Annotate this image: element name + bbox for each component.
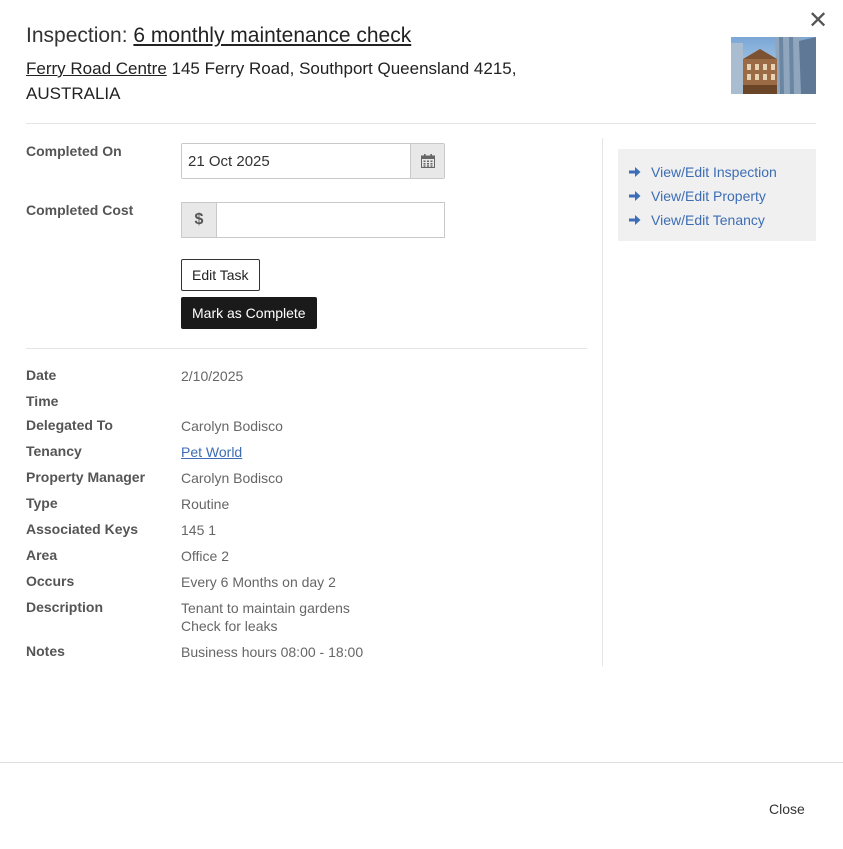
column-divider	[602, 138, 603, 666]
completed-on-label: Completed On	[26, 143, 122, 159]
completed-cost-field: $	[181, 202, 445, 238]
modal-header: Inspection: 6 monthly maintenance check …	[26, 22, 726, 106]
detail-row-occurs: Occurs Every 6 Months on day 2	[26, 573, 586, 599]
footer-divider	[0, 762, 843, 763]
calendar-icon[interactable]	[410, 144, 444, 178]
description-line: Tenant to maintain gardens	[181, 600, 350, 616]
description-line: Check for leaks	[181, 618, 278, 634]
detail-row-tenancy: Tenancy Pet World	[26, 443, 586, 469]
property-photo	[731, 37, 816, 94]
arrow-right-icon	[629, 190, 651, 202]
detail-label: Associated Keys	[26, 521, 139, 537]
detail-row-delegated-to: Delegated To Carolyn Bodisco	[26, 417, 586, 443]
detail-row-type: Type Routine	[26, 495, 586, 521]
view-edit-inspection-link[interactable]: View/Edit Inspection	[618, 160, 816, 184]
completed-cost-input[interactable]	[216, 202, 445, 238]
detail-value: Routine	[181, 496, 230, 512]
detail-row-property-manager: Property Manager Carolyn Bodisco	[26, 469, 586, 495]
detail-label: Notes	[26, 643, 65, 659]
detail-label: Type	[26, 495, 58, 511]
header-divider	[26, 123, 816, 124]
detail-value: Carolyn Bodisco	[181, 470, 283, 486]
inspection-title-link[interactable]: 6 monthly maintenance check	[133, 24, 411, 47]
close-button[interactable]: Close	[760, 797, 814, 821]
arrow-right-icon	[629, 214, 651, 226]
link-label: View/Edit Tenancy	[651, 212, 765, 228]
detail-value: 145 1	[181, 522, 217, 538]
detail-row-time: Time	[26, 393, 586, 417]
view-edit-property-link[interactable]: View/Edit Property	[618, 184, 816, 208]
detail-label: Delegated To	[26, 417, 113, 433]
quick-links-panel: View/Edit Inspection View/Edit Property …	[618, 149, 816, 241]
mark-complete-button[interactable]: Mark as Complete	[181, 297, 317, 329]
detail-label: Tenancy	[26, 443, 82, 459]
detail-row-description: Description Tenant to maintain gardens C…	[26, 599, 586, 643]
detail-value: Office 2	[181, 548, 229, 564]
detail-label: Property Manager	[26, 469, 146, 485]
link-label: View/Edit Inspection	[651, 164, 777, 180]
detail-row-date: Date 2/10/2025	[26, 367, 586, 393]
detail-label: Occurs	[26, 573, 75, 589]
completed-on-input[interactable]	[182, 144, 410, 178]
property-address: Ferry Road Centre 145 Ferry Road, Southp…	[26, 56, 546, 106]
tenancy-link[interactable]: Pet World	[181, 444, 242, 460]
detail-row-associated-keys: Associated Keys 145 1	[26, 521, 586, 547]
detail-value: Business hours 08:00 - 18:00	[181, 644, 364, 660]
link-label: View/Edit Property	[651, 188, 766, 204]
title-prefix: Inspection:	[26, 24, 134, 47]
detail-value: Carolyn Bodisco	[181, 418, 283, 434]
currency-addon: $	[181, 202, 216, 238]
detail-label: Time	[26, 393, 59, 409]
detail-row-notes: Notes Business hours 08:00 - 18:00	[26, 643, 586, 669]
close-icon[interactable]: ✕	[806, 8, 830, 32]
detail-value: 2/10/2025	[181, 368, 244, 384]
detail-row-area: Area Office 2	[26, 547, 586, 573]
detail-label: Description	[26, 599, 104, 615]
form-divider	[26, 348, 587, 349]
view-edit-tenancy-link[interactable]: View/Edit Tenancy	[618, 208, 816, 232]
details-list: Date 2/10/2025 Time Delegated To Carolyn…	[26, 367, 586, 669]
completed-on-field	[181, 143, 445, 179]
detail-value: Every 6 Months on day 2	[181, 574, 336, 590]
detail-label: Date	[26, 367, 57, 383]
property-link[interactable]: Ferry Road Centre	[26, 59, 167, 78]
edit-task-button[interactable]: Edit Task	[181, 259, 260, 291]
detail-label: Area	[26, 547, 58, 563]
arrow-right-icon	[629, 166, 651, 178]
completed-cost-label: Completed Cost	[26, 202, 134, 218]
page-title: Inspection: 6 monthly maintenance check	[26, 22, 726, 50]
